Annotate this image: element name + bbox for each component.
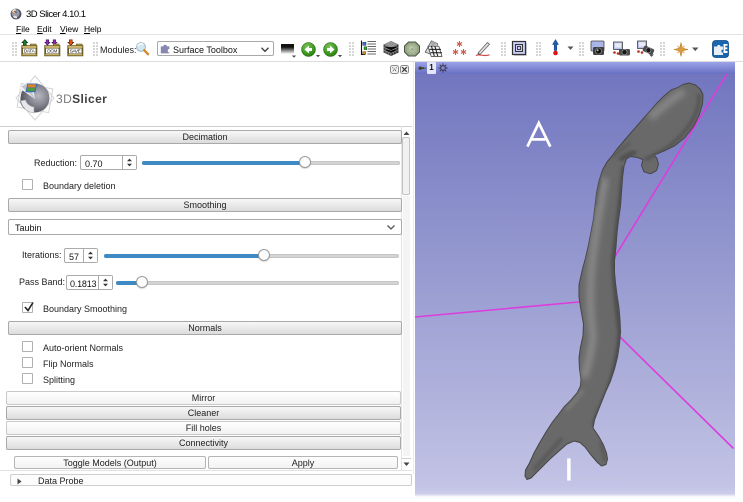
svg-text:DATA: DATA [24, 49, 36, 54]
svg-text:SAVE: SAVE [70, 49, 81, 54]
svg-text:DCM: DCM [47, 49, 57, 54]
